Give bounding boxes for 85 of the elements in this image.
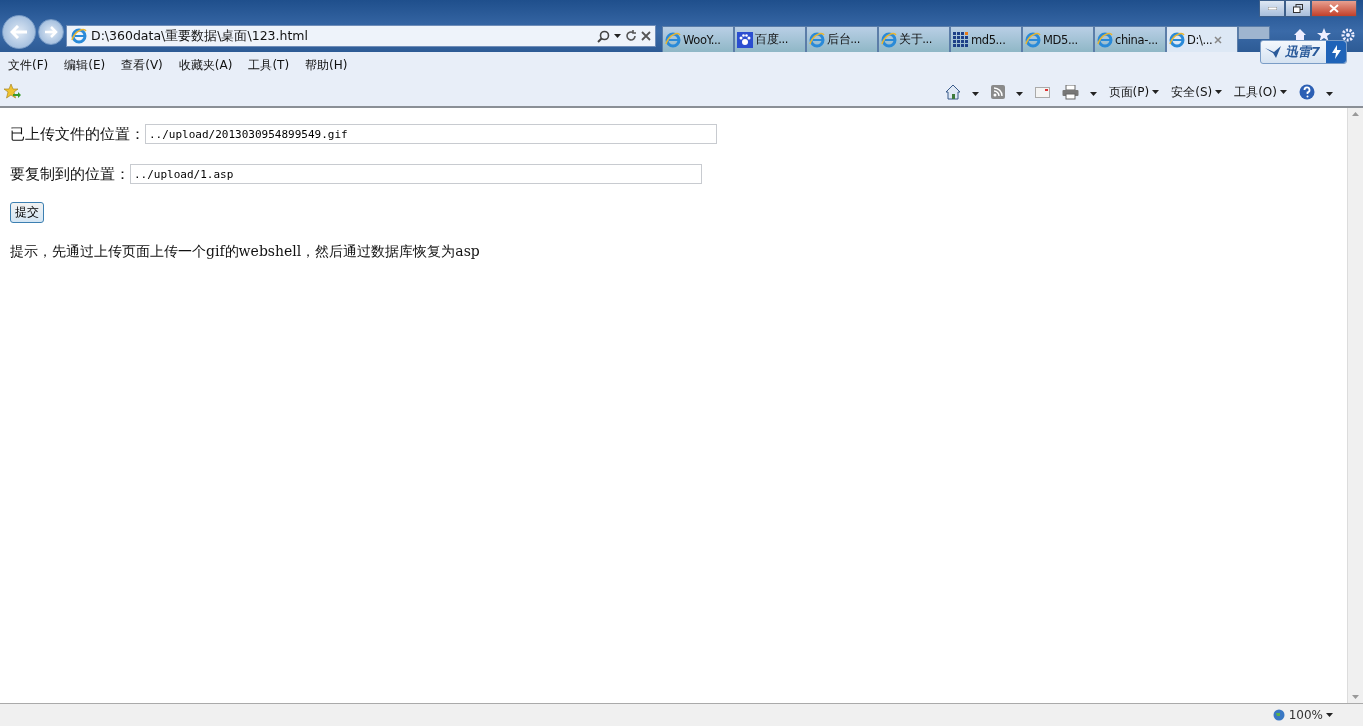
feed-icon bbox=[990, 85, 1005, 99]
path-field[interactable]: ../upload/2013030954899549.gif bbox=[145, 124, 717, 144]
tab-title: md5... bbox=[971, 32, 1006, 47]
close-icon bbox=[1329, 4, 1339, 13]
caret-icon bbox=[971, 92, 979, 96]
menu-item[interactable]: 编辑(E) bbox=[64, 56, 106, 74]
ie-logo-icon bbox=[881, 31, 897, 48]
help-icon bbox=[1299, 84, 1315, 100]
tab-title: 关于... bbox=[899, 32, 932, 47]
restore-icon bbox=[1293, 4, 1303, 13]
bird-icon bbox=[1264, 46, 1281, 58]
field-label: 已上传文件的位置： bbox=[10, 124, 145, 144]
menu-item[interactable]: 工具(T) bbox=[248, 56, 290, 74]
restore-button[interactable] bbox=[1285, 0, 1311, 17]
path-field[interactable]: ../upload/1.asp bbox=[130, 164, 702, 184]
close-icon[interactable] bbox=[641, 31, 651, 41]
close-window-button[interactable] bbox=[1311, 0, 1357, 17]
toolbar-menu[interactable]: 工具(O) bbox=[1234, 83, 1287, 101]
toolbar-button[interactable] bbox=[944, 84, 979, 100]
toolbar-menu[interactable]: 安全(S) bbox=[1171, 83, 1223, 101]
submit-button[interactable]: 提交 bbox=[10, 202, 44, 223]
browser-tab[interactable]: MD5... bbox=[1022, 26, 1094, 52]
tab-title: D:\... bbox=[1187, 32, 1213, 47]
toolbar-button[interactable] bbox=[990, 85, 1023, 99]
printer-icon bbox=[1061, 84, 1079, 100]
home-icon[interactable] bbox=[1293, 28, 1307, 42]
caret-icon bbox=[1326, 92, 1333, 96]
ie-logo-icon bbox=[665, 31, 681, 48]
paw-icon bbox=[737, 31, 753, 48]
tab-title: 百度... bbox=[755, 32, 788, 47]
browser-tab[interactable]: WooY... bbox=[662, 26, 734, 52]
close-tab-icon[interactable] bbox=[1214, 35, 1223, 44]
url-text: D:\360data\重要数据\桌面\123.html bbox=[91, 27, 309, 45]
caret-icon bbox=[1152, 90, 1160, 94]
back-arrow-icon bbox=[10, 25, 28, 39]
refresh-icon[interactable] bbox=[625, 30, 637, 42]
caret-icon bbox=[1089, 92, 1097, 96]
field-label: 要复制到的位置： bbox=[10, 164, 130, 184]
menu-item[interactable]: 收藏夹(A) bbox=[178, 56, 233, 74]
tab-title: MD5... bbox=[1043, 32, 1078, 47]
browser-tab[interactable]: 百度... bbox=[734, 26, 806, 52]
toolbar-button[interactable] bbox=[1061, 84, 1097, 100]
back-button[interactable] bbox=[2, 15, 36, 49]
caret-icon bbox=[1215, 90, 1223, 94]
ie-logo-icon bbox=[1025, 31, 1041, 48]
browser-tab[interactable]: md5... bbox=[950, 26, 1022, 52]
menu-item[interactable]: 文件(F) bbox=[8, 56, 49, 74]
browser-tab[interactable]: china-... bbox=[1094, 26, 1166, 52]
favorites-star-icon[interactable] bbox=[4, 84, 21, 100]
browser-tab[interactable]: 后台... bbox=[806, 26, 878, 52]
minimize-icon bbox=[1267, 7, 1277, 10]
xunlei-badge[interactable]: 迅雷7 bbox=[1259, 40, 1347, 64]
star-icon[interactable] bbox=[1317, 28, 1331, 42]
lightning-icon bbox=[1331, 45, 1341, 59]
menu-item[interactable]: 帮助(H) bbox=[305, 56, 348, 74]
caret-icon bbox=[1280, 90, 1287, 94]
grid-icon bbox=[953, 31, 969, 48]
tab-title: WooY... bbox=[683, 32, 721, 47]
browser-tab[interactable]: D:\... bbox=[1166, 26, 1238, 52]
settings-icon[interactable] bbox=[1341, 28, 1355, 42]
toolbar-button[interactable] bbox=[1299, 84, 1333, 100]
globe-icon bbox=[1272, 709, 1285, 721]
menu-item[interactable]: 查看(V) bbox=[121, 56, 163, 74]
forward-arrow-icon bbox=[44, 26, 58, 38]
caret-icon bbox=[1326, 713, 1333, 717]
hint-text: 提示，先通过上传页面上传一个gif的webshell，然后通过数据库恢复为asp bbox=[10, 243, 480, 261]
ie-logo-icon bbox=[809, 31, 825, 48]
tab-title: china-... bbox=[1115, 32, 1158, 47]
search-icon[interactable] bbox=[597, 29, 610, 43]
forward-button[interactable] bbox=[38, 19, 64, 45]
mail-icon bbox=[1034, 86, 1050, 98]
caret-icon bbox=[1015, 92, 1023, 96]
ie-logo-icon bbox=[1169, 31, 1185, 48]
tab-title: 后台... bbox=[827, 32, 860, 47]
ie-logo-icon bbox=[71, 28, 87, 44]
badge-label: 迅雷7 bbox=[1283, 43, 1321, 61]
zoom-level-button[interactable]: 100% bbox=[1288, 708, 1333, 722]
home-icon bbox=[944, 84, 961, 100]
ie-logo-icon bbox=[1097, 31, 1113, 48]
toolbar-button[interactable] bbox=[1034, 86, 1050, 98]
caret-icon bbox=[614, 34, 621, 38]
browser-tab[interactable]: 关于... bbox=[878, 26, 950, 52]
address-bar[interactable]: D:\360data\重要数据\桌面\123.html bbox=[66, 25, 656, 47]
minimize-button[interactable] bbox=[1259, 0, 1285, 17]
toolbar-menu[interactable]: 页面(P) bbox=[1108, 83, 1160, 101]
